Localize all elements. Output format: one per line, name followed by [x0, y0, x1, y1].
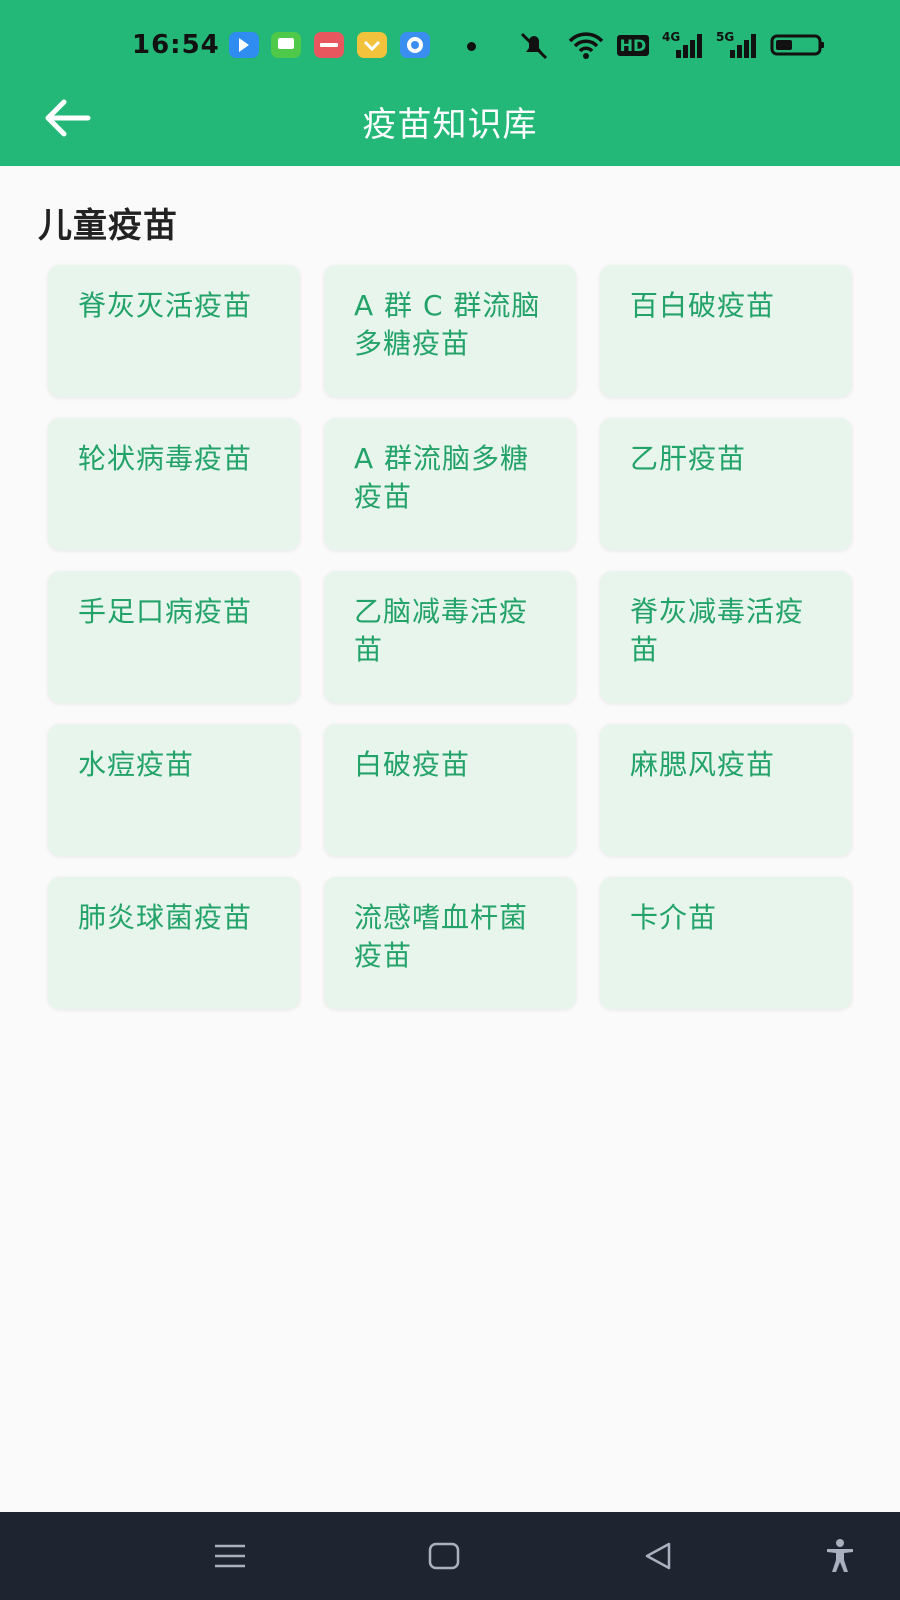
home-nav-icon[interactable]	[420, 1532, 468, 1580]
vaccine-card[interactable]: 乙脑减毒活疫苗	[324, 571, 576, 703]
vaccine-card-label: 脊灰灭活疫苗	[78, 289, 253, 322]
section-title: 儿童疫苗	[38, 206, 178, 246]
back-nav-icon[interactable]	[634, 1532, 682, 1580]
status-time: 16:54	[132, 30, 220, 60]
vaccine-card[interactable]: A 群流脑多糖疫苗	[324, 418, 576, 550]
browser-app-icon	[400, 32, 430, 58]
vaccine-card-label: 乙肝疫苗	[630, 442, 747, 475]
vaccine-card-label: 乙脑减毒活疫苗	[354, 595, 529, 666]
vaccine-card-label: 脊灰减毒活疫苗	[630, 595, 805, 666]
vaccine-grid: 脊灰灭活疫苗 A 群 C 群流脑多糖疫苗 百白破疫苗 轮状病毒疫苗 A 群流脑多…	[48, 265, 854, 1009]
wifi-icon	[566, 30, 606, 60]
app-notification-icon	[229, 32, 259, 58]
more-notifications-dot	[467, 42, 476, 51]
vaccine-card[interactable]: 百白破疫苗	[600, 265, 852, 397]
message-app-icon	[271, 32, 301, 58]
vaccine-card[interactable]: 卡介苗	[600, 877, 852, 1009]
page-title: 疫苗知识库	[362, 105, 538, 145]
vaccine-card-label: 水痘疫苗	[78, 748, 195, 781]
vaccine-card[interactable]: 乙肝疫苗	[600, 418, 852, 550]
signal-4g-icon: 4G	[662, 30, 704, 60]
vaccine-card[interactable]: 麻腮风疫苗	[600, 724, 852, 856]
vaccine-card-label: 百白破疫苗	[630, 289, 776, 322]
vaccine-card-label: 白破疫苗	[354, 748, 471, 781]
vaccine-card-label: 卡介苗	[630, 901, 718, 934]
vaccine-card-label: 麻腮风疫苗	[630, 748, 776, 781]
menu-nav-icon[interactable]	[206, 1532, 254, 1580]
vaccine-card[interactable]: 水痘疫苗	[48, 724, 300, 856]
vaccine-card[interactable]: 手足口病疫苗	[48, 571, 300, 703]
hd-badge: HD	[615, 30, 651, 60]
vaccine-card[interactable]: A 群 C 群流脑多糖疫苗	[324, 265, 576, 397]
battery-icon	[770, 30, 826, 60]
content-area: 儿童疫苗 脊灰灭活疫苗 A 群 C 群流脑多糖疫苗 百白破疫苗 轮状病毒疫苗 A…	[0, 166, 900, 1512]
vaccine-card[interactable]: 脊灰灭活疫苗	[48, 265, 300, 397]
store-app-icon	[314, 32, 344, 58]
vaccine-card-label: 肺炎球菌疫苗	[78, 901, 253, 934]
vaccine-card-label: A 群流脑多糖疫苗	[354, 442, 530, 513]
vaccine-card[interactable]: 轮状病毒疫苗	[48, 418, 300, 550]
vaccine-card-label: 手足口病疫苗	[78, 595, 253, 628]
accessibility-icon[interactable]	[816, 1532, 864, 1580]
mute-bell-icon	[514, 30, 554, 60]
status-bar: 16:54 HD 4G 5G	[0, 0, 900, 92]
vaccine-card-label: 流感嗜血杆菌疫苗	[354, 901, 529, 972]
vaccine-card[interactable]: 白破疫苗	[324, 724, 576, 856]
signal-5g-icon: 5G	[716, 30, 758, 60]
vaccine-card[interactable]: 肺炎球菌疫苗	[48, 877, 300, 1009]
vaccine-card-label: 轮状病毒疫苗	[78, 442, 253, 475]
vaccine-card[interactable]: 流感嗜血杆菌疫苗	[324, 877, 576, 1009]
shop-app-icon	[357, 32, 387, 58]
vaccine-card[interactable]: 脊灰减毒活疫苗	[600, 571, 852, 703]
system-nav-bar	[0, 1512, 900, 1600]
vaccine-card-label: A 群 C 群流脑多糖疫苗	[354, 289, 541, 360]
